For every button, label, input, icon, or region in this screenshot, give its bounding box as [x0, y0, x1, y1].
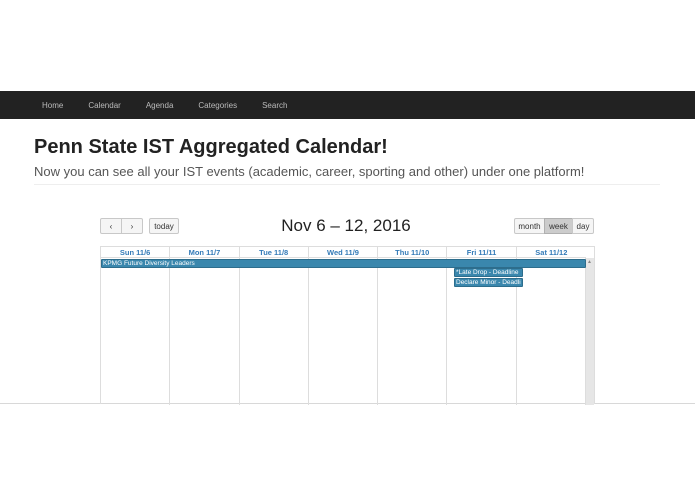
week-calendar-grid: Sun 11/6 Mon 11/7 Tue 11/8 Wed 11/9 Thu …: [100, 246, 595, 405]
calendar-event[interactable]: Declare Minor - Deadli: [454, 278, 523, 287]
nav-agenda-link[interactable]: Agenda: [146, 101, 174, 110]
day-header[interactable]: Sun 11/6: [101, 247, 171, 257]
page-title: Penn State IST Aggregated Calendar!: [34, 136, 388, 158]
page-subtitle: Now you can see all your IST events (aca…: [34, 164, 585, 179]
today-button[interactable]: today: [149, 218, 179, 234]
chevron-left-icon: ‹: [109, 221, 113, 231]
calendar-range-title: Nov 6 – 12, 2016: [281, 216, 411, 235]
scroll-up-icon[interactable]: ▲: [587, 259, 592, 265]
top-navbar: Home Calendar Agenda Categories Search: [0, 91, 695, 119]
day-header[interactable]: Fri 11/11: [447, 247, 517, 257]
day-header[interactable]: Tue 11/8: [240, 247, 309, 257]
chevron-right-icon: ›: [130, 221, 134, 231]
nav-categories-link[interactable]: Categories: [198, 101, 237, 110]
day-column[interactable]: [240, 258, 309, 405]
day-header[interactable]: Mon 11/7: [170, 247, 240, 257]
day-column[interactable]: [170, 258, 240, 405]
nav-search-link[interactable]: Search: [262, 101, 287, 110]
month-view-button[interactable]: month: [514, 218, 545, 234]
day-header[interactable]: Sat 11/12: [517, 247, 586, 257]
nav-home-link[interactable]: Home: [42, 101, 63, 110]
week-view-button[interactable]: week: [544, 218, 573, 234]
title-divider: [34, 184, 660, 185]
nav-calendar-link[interactable]: Calendar: [88, 101, 120, 110]
day-column[interactable]: [517, 258, 586, 405]
prev-week-button[interactable]: ‹: [100, 218, 122, 234]
calendar-event[interactable]: *Late Drop - Deadline: [454, 268, 523, 277]
day-header[interactable]: Wed 11/9: [309, 247, 379, 257]
next-week-button[interactable]: ›: [121, 218, 143, 234]
day-column[interactable]: [309, 258, 379, 405]
calendar-event[interactable]: KPMG Future Diversity Leaders: [101, 259, 586, 268]
day-column[interactable]: [101, 258, 171, 405]
main-content: Penn State IST Aggregated Calendar! Now …: [0, 119, 695, 405]
day-view-button[interactable]: day: [572, 218, 594, 234]
page: Home Calendar Agenda Categories Search P…: [0, 0, 695, 494]
day-header-row: Sun 11/6 Mon 11/7 Tue 11/8 Wed 11/9 Thu …: [101, 247, 586, 258]
day-header[interactable]: Thu 11/10: [378, 247, 448, 257]
day-column[interactable]: [378, 258, 448, 405]
calendar-scrollbar[interactable]: ▲: [585, 258, 594, 405]
